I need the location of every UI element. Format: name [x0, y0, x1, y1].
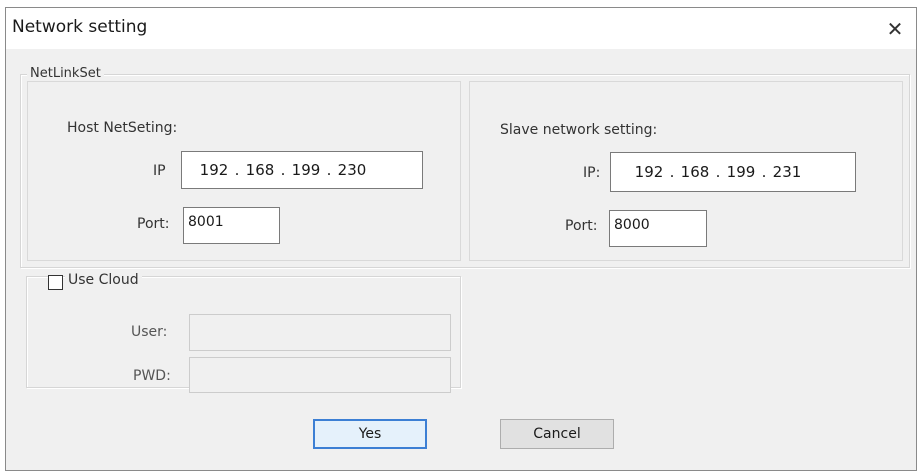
cancel-button[interactable]: Cancel: [500, 419, 614, 449]
host-ip-field[interactable]: 192 . 168 . 199 . 230: [181, 151, 423, 189]
ip-dot: .: [761, 163, 767, 181]
user-input[interactable]: [189, 314, 451, 351]
slave-ip-octet-4: 231: [772, 163, 802, 181]
host-ip-octet-1: 192: [199, 161, 229, 179]
pwd-label: PWD:: [133, 368, 171, 384]
slave-ip-octet-2: 168: [680, 163, 710, 181]
use-cloud-label[interactable]: Use Cloud: [65, 272, 142, 288]
host-ip-octet-2: 168: [245, 161, 275, 179]
slave-ip-octet-3: 199: [726, 163, 756, 181]
pwd-input[interactable]: [189, 357, 451, 393]
use-cloud-checkbox[interactable]: [48, 275, 63, 290]
ip-dot: .: [669, 163, 675, 181]
slave-port-label: Port:: [565, 218, 598, 234]
yes-button[interactable]: Yes: [313, 419, 427, 449]
close-button[interactable]: ✕: [874, 8, 916, 49]
close-icon: ✕: [886, 16, 904, 41]
ip-dot: .: [234, 161, 240, 179]
host-ip-label: IP: [153, 163, 166, 179]
network-setting-dialog: Network setting ✕ NetLinkSet Host NetSet…: [5, 7, 917, 471]
slave-heading: Slave network setting:: [500, 122, 658, 138]
host-heading: Host NetSeting:: [67, 120, 178, 136]
netlinkset-group: NetLinkSet Host NetSeting: IP 192 . 168 …: [20, 66, 910, 268]
slave-port-input[interactable]: 8000: [609, 210, 707, 247]
window-title: Network setting: [12, 17, 148, 37]
ip-dot: .: [326, 161, 332, 179]
slave-panel: Slave network setting: IP: 192 . 168 . 1…: [469, 81, 903, 261]
host-port-label: Port:: [137, 216, 170, 232]
slave-ip-label: IP:: [583, 165, 601, 181]
slave-ip-octet-1: 192: [634, 163, 664, 181]
host-ip-octet-4: 230: [337, 161, 367, 179]
ip-dot: .: [280, 161, 286, 179]
cloud-group: Use Cloud User: PWD:: [26, 272, 461, 393]
host-panel: Host NetSeting: IP 192 . 168 . 199 . 230…: [27, 81, 461, 261]
title-bar: Network setting ✕: [6, 8, 916, 49]
host-ip-octet-3: 199: [291, 161, 321, 179]
user-label: User:: [131, 324, 168, 340]
slave-ip-field[interactable]: 192 . 168 . 199 . 231: [610, 152, 856, 192]
netlinkset-legend: NetLinkSet: [27, 66, 104, 81]
host-port-input[interactable]: 8001: [183, 207, 280, 244]
yes-button-label: Yes: [358, 426, 382, 442]
ip-dot: .: [715, 163, 721, 181]
cancel-button-label: Cancel: [533, 426, 581, 442]
